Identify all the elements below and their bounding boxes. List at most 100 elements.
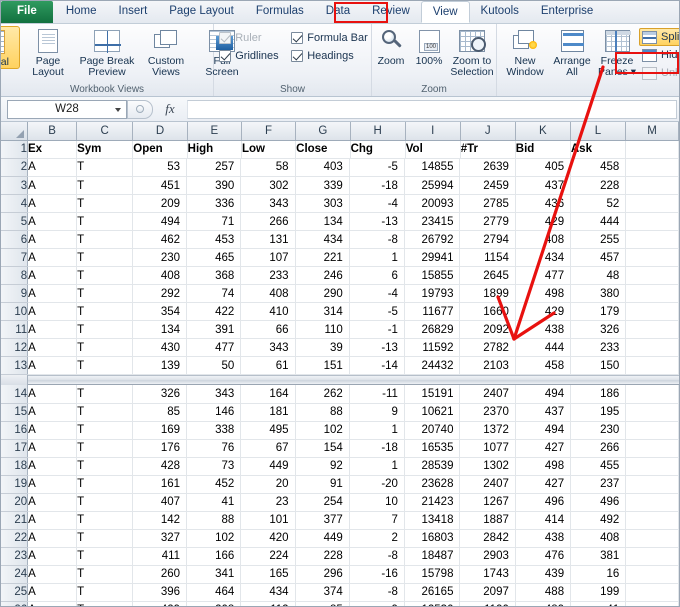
table-cell[interactable]: 327 (132, 529, 188, 548)
table-cell[interactable]: T (76, 403, 133, 422)
table-cell[interactable]: Vol (405, 140, 461, 159)
table-cell[interactable]: 341 (186, 565, 242, 584)
table-cell[interactable]: 134 (295, 212, 350, 231)
table-cell[interactable]: 496 (570, 493, 627, 512)
tab-home[interactable]: Home (55, 1, 108, 23)
table-cell[interactable]: 438 (515, 529, 572, 548)
row-header[interactable]: 21 (1, 511, 29, 530)
table-cell[interactable]: 25994 (404, 176, 461, 195)
table-cell[interactable]: 18487 (404, 547, 461, 566)
table-cell[interactable]: 15798 (404, 565, 461, 584)
table-cell[interactable]: 1190 (459, 601, 516, 606)
table-cell[interactable]: 26165 (404, 583, 461, 602)
table-cell[interactable]: 1743 (459, 565, 516, 584)
col-header-C[interactable]: C (76, 122, 134, 141)
table-cell[interactable]: 237 (570, 475, 627, 494)
table-cell[interactable]: T (76, 230, 133, 249)
table-cell[interactable]: 16803 (404, 529, 461, 548)
table-cell[interactable]: 492 (570, 511, 627, 530)
row-header[interactable]: 4 (1, 194, 29, 213)
table-cell[interactable]: 28539 (404, 457, 461, 476)
table-cell[interactable]: -4 (349, 284, 405, 303)
formula-input[interactable] (187, 99, 677, 119)
row-header[interactable]: 13 (1, 356, 29, 375)
table-cell[interactable]: 408 (132, 266, 188, 285)
table-cell[interactable]: T (76, 457, 133, 476)
table-cell[interactable] (625, 547, 679, 566)
table-cell[interactable]: 169 (132, 421, 188, 440)
table-cell[interactable]: 181 (240, 403, 296, 422)
col-header-L[interactable]: L (570, 122, 627, 141)
tab-kutools[interactable]: Kutools (470, 1, 530, 23)
table-cell[interactable]: 26792 (404, 230, 461, 249)
table-cell[interactable]: 71 (186, 212, 242, 231)
table-cell[interactable]: 186 (570, 385, 627, 404)
row-header[interactable]: 10 (1, 302, 29, 321)
table-cell[interactable]: T (76, 493, 133, 512)
table-cell[interactable]: A (27, 266, 78, 285)
table-cell[interactable]: 16 (570, 565, 627, 584)
table-cell[interactable] (625, 493, 679, 512)
table-cell[interactable] (625, 403, 679, 422)
table-cell[interactable]: 1372 (459, 421, 516, 440)
table-cell[interactable]: -5 (349, 158, 405, 177)
table-cell[interactable]: 228 (570, 176, 627, 195)
col-header-F[interactable]: F (241, 122, 297, 141)
tab-formulas[interactable]: Formulas (245, 1, 315, 23)
row-header[interactable]: 11 (1, 320, 29, 339)
table-cell[interactable]: 2097 (459, 583, 516, 602)
table-cell[interactable]: 314 (295, 302, 350, 321)
table-cell[interactable]: 1077 (459, 439, 516, 458)
normal-view-button[interactable]: Normal (1, 26, 20, 69)
table-cell[interactable]: A (27, 475, 78, 494)
table-cell[interactable] (625, 457, 679, 476)
table-cell[interactable]: A (27, 565, 78, 584)
table-cell[interactable]: 438 (515, 320, 572, 339)
table-cell[interactable]: Sym (76, 140, 134, 159)
table-cell[interactable]: 381 (570, 547, 627, 566)
table-cell[interactable]: 488 (515, 583, 572, 602)
table-cell[interactable]: 390 (186, 176, 242, 195)
table-cell[interactable]: 23415 (404, 212, 461, 231)
table-cell[interactable]: 73 (186, 457, 242, 476)
table-cell[interactable]: 20093 (404, 194, 461, 213)
table-cell[interactable]: 2407 (459, 385, 516, 404)
tab-review[interactable]: Review (361, 1, 421, 23)
table-cell[interactable]: 403 (295, 158, 350, 177)
table-cell[interactable]: 52 (570, 194, 627, 213)
table-cell[interactable]: 2785 (459, 194, 516, 213)
table-cell[interactable]: 429 (515, 212, 572, 231)
freeze-panes-button[interactable]: Freeze Panes ▾ (595, 26, 639, 78)
table-cell[interactable]: 1302 (459, 457, 516, 476)
table-cell[interactable]: 11592 (404, 338, 461, 357)
table-cell[interactable]: 254 (295, 493, 350, 512)
table-cell[interactable] (625, 320, 679, 339)
table-cell[interactable]: 41 (186, 493, 242, 512)
arrange-all-button[interactable]: Arrange All (549, 26, 595, 78)
col-header-B[interactable]: B (27, 122, 78, 141)
table-cell[interactable]: 449 (240, 457, 296, 476)
formula-bar-checkbox[interactable]: Formula Bar (291, 32, 368, 44)
row-header[interactable]: 16 (1, 421, 29, 440)
table-cell[interactable]: 88 (295, 403, 350, 422)
horizontal-split-bar[interactable] (1, 375, 679, 385)
row-header[interactable]: 6 (1, 230, 29, 249)
table-cell[interactable]: 154 (295, 439, 350, 458)
table-cell[interactable]: 465 (186, 248, 242, 267)
table-cell[interactable]: 437 (515, 176, 572, 195)
col-header-H[interactable]: H (350, 122, 406, 141)
table-cell[interactable]: 110 (295, 320, 350, 339)
table-cell[interactable] (625, 284, 679, 303)
col-header-G[interactable]: G (295, 122, 351, 141)
table-cell[interactable]: Ex (27, 140, 78, 159)
table-cell[interactable]: A (27, 158, 78, 177)
table-cell[interactable]: Bid (515, 140, 571, 159)
table-cell[interactable]: 1154 (459, 248, 516, 267)
table-cell[interactable] (625, 511, 679, 530)
table-cell[interactable]: T (76, 194, 133, 213)
table-cell[interactable]: 41 (570, 601, 627, 606)
table-cell[interactable]: 2639 (459, 158, 516, 177)
table-cell[interactable]: 23 (240, 493, 296, 512)
table-cell[interactable] (625, 140, 679, 159)
table-cell[interactable]: 107 (240, 248, 296, 267)
